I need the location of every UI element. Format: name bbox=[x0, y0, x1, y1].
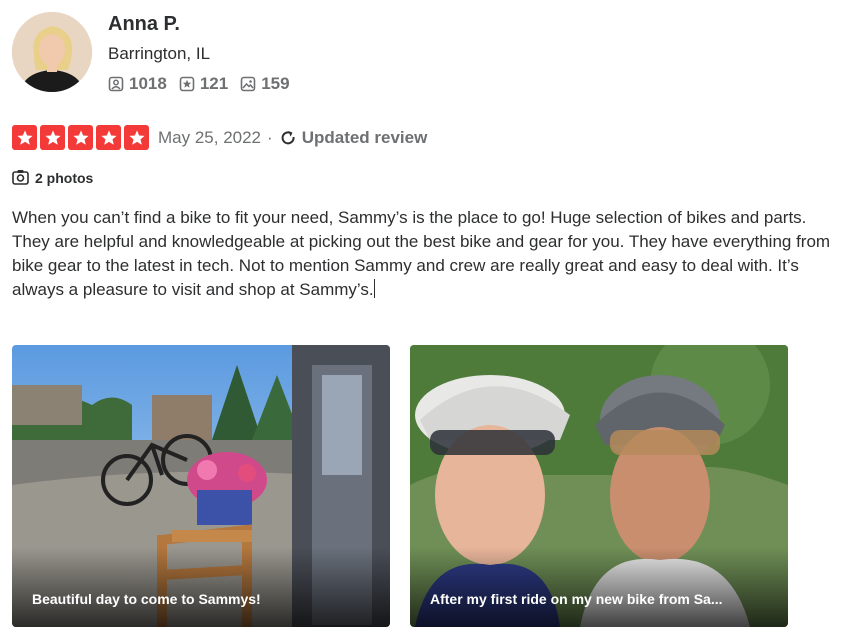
updated-review-label: Updated review bbox=[301, 127, 428, 147]
reviews-count: 121 bbox=[199, 74, 229, 93]
separator-dot: · bbox=[267, 127, 273, 147]
review-photo-1[interactable]: Beautiful day to come to Sammys! bbox=[12, 345, 390, 627]
photos-stat: 159 bbox=[240, 74, 290, 94]
star-icon bbox=[12, 125, 37, 150]
reviews-stat: 121 bbox=[179, 74, 228, 94]
caption-shade bbox=[12, 547, 390, 627]
photo-caption-1: Beautiful day to come to Sammys! bbox=[32, 591, 261, 607]
user-stats: 1018 121 159 bbox=[108, 74, 290, 94]
photos-link[interactable]: 2 photos bbox=[12, 169, 93, 186]
friends-icon bbox=[108, 76, 124, 92]
star-icon bbox=[40, 125, 65, 150]
photo-caption-2: After my first ride on my new bike from … bbox=[430, 591, 723, 607]
friends-count: 1018 bbox=[129, 74, 167, 93]
review-body: When you can’t find a bike to fit your n… bbox=[12, 208, 831, 299]
user-name[interactable]: Anna P. bbox=[108, 13, 180, 36]
avatar[interactable] bbox=[12, 12, 92, 92]
star-icon bbox=[68, 125, 93, 150]
star-icon bbox=[124, 125, 149, 150]
avatar-image bbox=[12, 12, 92, 92]
review-date: May 25, 2022 bbox=[158, 127, 262, 147]
user-location: Barrington, IL bbox=[108, 44, 211, 63]
caption-shade bbox=[410, 547, 788, 627]
review-text: When you can’t find a bike to fit your n… bbox=[12, 206, 847, 302]
review-photo-2[interactable]: After my first ride on my new bike from … bbox=[410, 345, 788, 627]
rating-row: May 25, 2022 · Updated review bbox=[12, 125, 427, 150]
photos-icon bbox=[240, 76, 256, 92]
photos-count: 159 bbox=[261, 74, 290, 93]
photos-link-label: 2 photos bbox=[35, 169, 94, 186]
updated-review-link[interactable]: Updated review bbox=[279, 127, 428, 148]
star-rating bbox=[12, 125, 149, 150]
reviews-icon bbox=[179, 76, 195, 92]
star-icon bbox=[96, 125, 121, 150]
camera-icon bbox=[12, 170, 29, 185]
friends-stat: 1018 bbox=[108, 74, 167, 94]
text-cursor bbox=[373, 279, 375, 298]
refresh-icon bbox=[281, 130, 295, 144]
